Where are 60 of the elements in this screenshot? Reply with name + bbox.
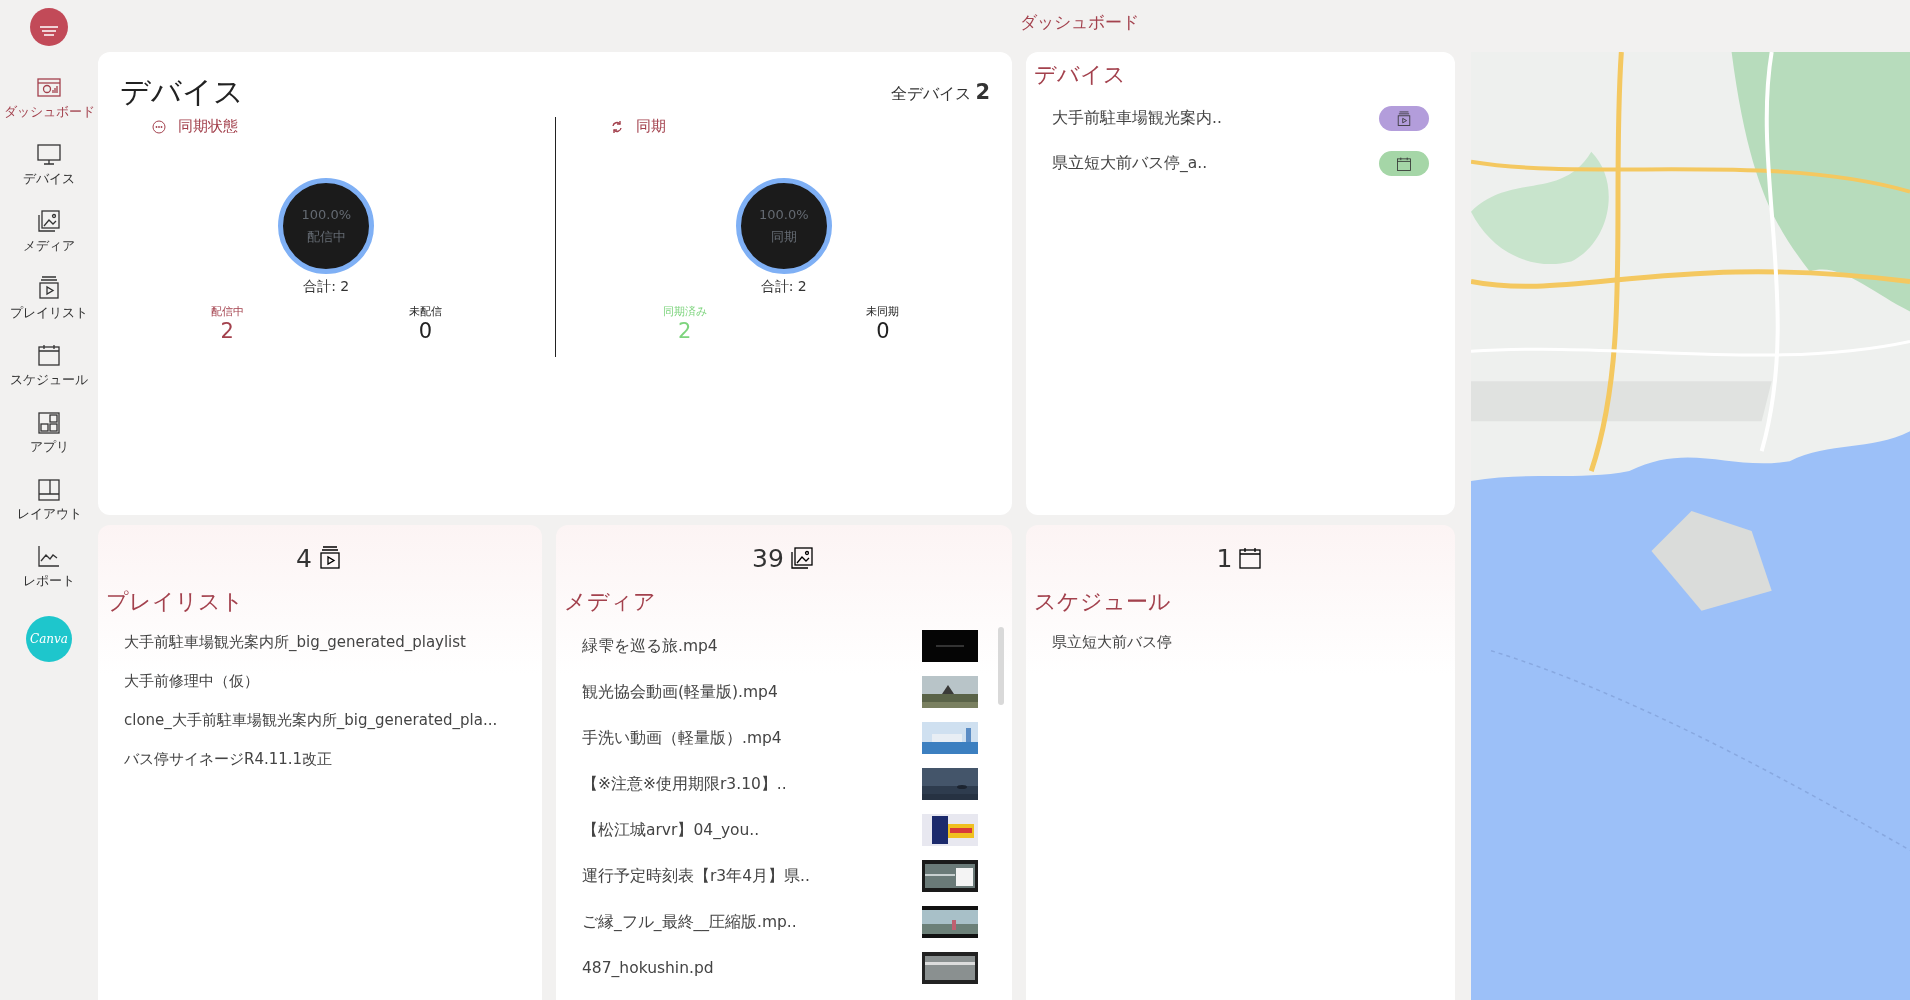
- ring-label: 配信中: [306, 227, 346, 246]
- panel-title: 同期: [635, 117, 666, 136]
- nav-item[interactable]: ダッシュボード: [3, 74, 95, 121]
- stat-value: 0: [418, 319, 433, 343]
- stat-value: 2: [220, 319, 234, 343]
- percent-text: 100.0%: [301, 206, 352, 222]
- images-icon: [35, 208, 63, 234]
- total-count: 2: [975, 80, 990, 104]
- nav-item[interactable]: メディア: [23, 208, 75, 255]
- playlist-item[interactable]: バス停サイネージR4.11.1改正: [98, 740, 542, 779]
- media-item[interactable]: 運行予定時刻表【r3年4月】県..: [582, 865, 810, 887]
- media-item[interactable]: 手洗い動画（軽量版）.mp4: [582, 727, 782, 749]
- media-count: 39: [752, 543, 784, 573]
- nav-item[interactable]: アプリ: [29, 409, 69, 456]
- nav-item[interactable]: デバイス: [23, 141, 75, 188]
- total-text: 合計: 2: [302, 278, 351, 296]
- scrollbar[interactable]: [998, 627, 1004, 705]
- playlist-item[interactable]: 大手前修理中（仮）: [98, 662, 542, 701]
- panel-title: 同期状態: [178, 117, 238, 136]
- playlist-item[interactable]: clone_大手前駐車場観光案内所_big_generated_pla...: [98, 701, 542, 740]
- card-title: デバイス: [120, 73, 244, 111]
- schedule-item[interactable]: 県立短大前バス停: [1026, 623, 1455, 662]
- percent-text: 100.0%: [758, 206, 809, 222]
- ring-label: 同期: [770, 227, 797, 246]
- stat-value: 2: [677, 319, 692, 343]
- total-text: 合計: 2: [759, 278, 808, 296]
- card-title: デバイス: [1034, 61, 1127, 89]
- nav-item[interactable]: レポート: [23, 543, 75, 590]
- total-label: 全デバイス: [891, 84, 972, 105]
- playlist-item[interactable]: 大手前駐車場観光案内所_big_generated_playlist: [98, 623, 542, 662]
- media-item[interactable]: 観光協会動画(軽量版).mp4: [582, 681, 778, 703]
- device-name[interactable]: 大手前駐車場観光案内..: [1052, 108, 1222, 129]
- nav-item[interactable]: プレイリスト: [10, 275, 88, 322]
- sync-icon: [609, 119, 624, 134]
- media-item[interactable]: 【※注意※使用期限r3.10】..: [582, 773, 787, 795]
- logo-icon[interactable]: [30, 8, 68, 46]
- stat-label: 未配信: [408, 304, 442, 319]
- schedule-count: 1: [1216, 543, 1233, 573]
- monitor-icon: [35, 141, 63, 167]
- media-item[interactable]: 【松江城arvr】04_you..: [582, 819, 760, 841]
- layout-icon: [35, 476, 63, 502]
- device-name[interactable]: 県立短大前バス停_a..: [1052, 153, 1208, 174]
- stat-label: 同期済み: [662, 304, 707, 319]
- stat-label: 配信中: [210, 304, 244, 319]
- card-title: スケジュール: [1034, 588, 1172, 616]
- more-icon: [152, 119, 166, 134]
- page-title: ダッシュボード: [1019, 10, 1139, 34]
- grid-icon: [35, 409, 63, 435]
- card-title: プレイリスト: [106, 588, 245, 616]
- media-item[interactable]: ご縁_フル_最終__圧縮版.mp..: [582, 911, 797, 933]
- playlist-count: 4: [296, 543, 312, 573]
- media-item[interactable]: 緑雫を巡る旅.mp4: [582, 635, 718, 657]
- nav-item[interactable]: レイアウト: [16, 476, 82, 523]
- stat-label: 未同期: [866, 304, 900, 319]
- media-item[interactable]: 487_hokushin.pd: [582, 959, 714, 977]
- playlist-icon: [1395, 109, 1413, 128]
- nav-item[interactable]: スケジュール: [10, 342, 88, 389]
- stat-value: 0: [876, 319, 890, 343]
- calendar-icon: [35, 342, 63, 368]
- card-title: メディア: [564, 588, 657, 616]
